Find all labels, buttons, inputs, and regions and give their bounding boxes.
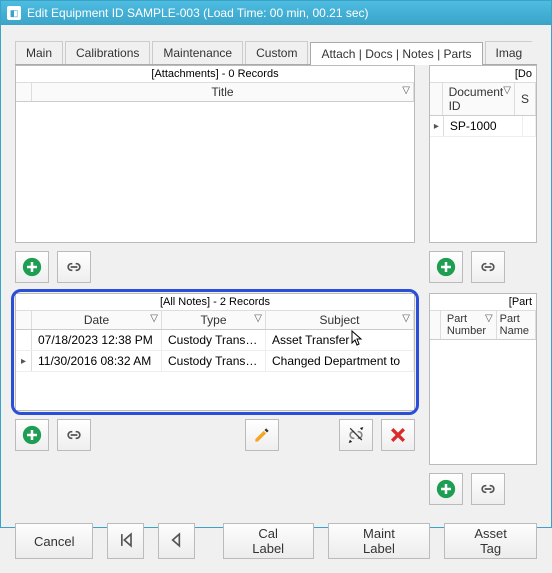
tab-attach-docs-notes-parts[interactable]: Attach | Docs | Notes | Parts (310, 42, 482, 65)
filter-icon[interactable]: ▽ (402, 313, 410, 324)
cursor-icon (350, 330, 364, 348)
notes-panel: [All Notes] - 2 Records Date▽ Type▽ Subj… (15, 293, 415, 411)
tab-calibrations[interactable]: Calibrations (65, 41, 150, 64)
cal-label-button[interactable]: Cal Label (223, 523, 314, 559)
first-icon (116, 530, 136, 550)
documents-toolbar (429, 251, 537, 283)
unlink-icon (346, 425, 366, 445)
filter-icon[interactable]: ▽ (485, 313, 493, 324)
notes-toolbar (15, 419, 415, 451)
col-part-number[interactable]: Part Number▽ (441, 311, 497, 339)
x-icon (388, 425, 408, 445)
link-attachment-button[interactable] (57, 251, 91, 283)
tab-main[interactable]: Main (15, 41, 63, 64)
plus-icon (22, 425, 42, 445)
filter-icon[interactable]: ▽ (254, 313, 262, 324)
col-title[interactable]: Title▽ (32, 83, 414, 101)
col-document-id[interactable]: Document ID▽ (443, 83, 515, 115)
add-part-button[interactable] (429, 473, 463, 505)
col-type[interactable]: Type▽ (162, 311, 266, 329)
link-icon (478, 479, 498, 499)
documents-grid-header: Document ID▽ S (430, 83, 536, 116)
row-header-spacer (430, 311, 441, 339)
add-attachment-button[interactable] (15, 251, 49, 283)
parts-caption: [Part (430, 294, 536, 311)
notes-grid-body: 07/18/2023 12:38 PM Custody Transfer Ass… (16, 330, 414, 372)
col-subject[interactable]: Subject▽ (266, 311, 414, 329)
prev-record-button[interactable] (158, 523, 195, 559)
filter-icon[interactable]: ▽ (503, 85, 511, 96)
edit-note-button[interactable] (245, 419, 279, 451)
plus-icon (436, 479, 456, 499)
table-row[interactable]: ▸ SP-1000 (430, 116, 536, 137)
cell-subject: Asset Transfer (266, 330, 414, 350)
link-part-button[interactable] (471, 473, 505, 505)
add-document-button[interactable] (429, 251, 463, 283)
app-icon: ◧ (7, 6, 21, 20)
row-indicator (16, 330, 32, 350)
attachments-caption: [Attachments] - 0 Records (16, 66, 414, 83)
add-note-button[interactable] (15, 419, 49, 451)
first-record-button[interactable] (107, 523, 144, 559)
link-icon (478, 257, 498, 277)
parts-panel: [Part Part Number▽ Part Name (429, 293, 537, 465)
documents-caption: [Do (430, 66, 536, 83)
window-title: Edit Equipment ID SAMPLE-003 (Load Time:… (27, 6, 369, 20)
notes-grid-header: Date▽ Type▽ Subject▽ (16, 311, 414, 330)
delete-note-button[interactable] (381, 419, 415, 451)
cell-date: 11/30/2016 08:32 AM (32, 351, 162, 371)
parts-grid-header: Part Number▽ Part Name (430, 311, 536, 340)
col-date[interactable]: Date▽ (32, 311, 162, 329)
cell-doc-id: SP-1000 (444, 116, 523, 136)
filter-icon[interactable]: ▽ (150, 313, 158, 324)
documents-grid-body: ▸ SP-1000 (430, 116, 536, 137)
titlebar: ◧ Edit Equipment ID SAMPLE-003 (Load Tim… (1, 1, 551, 25)
row-indicator: ▸ (430, 116, 444, 136)
link-note-button[interactable] (57, 419, 91, 451)
prev-icon (166, 530, 186, 550)
parts-toolbar (429, 473, 537, 505)
col-part-name[interactable]: Part Name (497, 311, 536, 339)
plus-icon (436, 257, 456, 277)
table-row[interactable]: 07/18/2023 12:38 PM Custody Transfer Ass… (16, 330, 414, 351)
tab-images[interactable]: Imag (485, 41, 533, 64)
tab-strip: Main Calibrations Maintenance Custom Att… (15, 41, 537, 65)
cell-type: Custody Transfer (162, 351, 266, 371)
cell-s (523, 116, 536, 136)
attachments-toolbar (15, 251, 415, 283)
link-icon (64, 257, 84, 277)
row-indicator: ▸ (16, 351, 32, 371)
row-header-spacer (16, 311, 32, 329)
table-row[interactable]: ▸ 11/30/2016 08:32 AM Custody Transfer C… (16, 351, 414, 372)
cancel-button[interactable]: Cancel (15, 523, 93, 559)
maint-label-button[interactable]: Maint Label (328, 523, 431, 559)
row-header-spacer (430, 83, 443, 115)
attachments-grid-header: Title▽ (16, 83, 414, 102)
documents-panel: [Do Document ID▽ S ▸ SP-1000 (429, 65, 537, 243)
attachments-panel: [Attachments] - 0 Records Title▽ (15, 65, 415, 243)
unlink-note-button[interactable] (339, 419, 373, 451)
pencil-icon (252, 425, 272, 445)
cell-date: 07/18/2023 12:38 PM (32, 330, 162, 350)
plus-icon (22, 257, 42, 277)
tab-custom[interactable]: Custom (245, 41, 308, 64)
link-document-button[interactable] (471, 251, 505, 283)
link-icon (64, 425, 84, 445)
footer-buttons: Cancel Cal Label Maint Label Asset Tag (15, 523, 537, 559)
cell-subject: Changed Department to (266, 351, 414, 371)
filter-icon[interactable]: ▽ (402, 85, 410, 96)
row-header-spacer (16, 83, 32, 101)
cell-type: Custody Transfer (162, 330, 266, 350)
col-s[interactable]: S (515, 83, 536, 115)
notes-caption: [All Notes] - 2 Records (16, 294, 414, 311)
tab-maintenance[interactable]: Maintenance (152, 41, 243, 64)
asset-tag-button[interactable]: Asset Tag (444, 523, 537, 559)
